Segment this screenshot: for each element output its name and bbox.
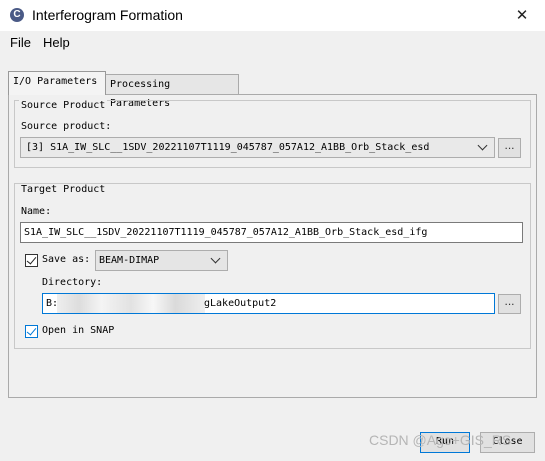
menu-file[interactable]: File xyxy=(10,35,31,50)
chevron-down-icon xyxy=(477,140,488,151)
save-format-value: BEAM-DIMAP xyxy=(99,255,160,266)
open-in-snap-label: Open in SNAP xyxy=(42,325,115,336)
save-as-checkbox[interactable] xyxy=(25,254,38,267)
tab-io-parameters[interactable]: I/O Parameters xyxy=(8,71,106,95)
target-name-value: S1A_IW_SLC__1SDV_20221107T1119_045787_05… xyxy=(24,227,428,238)
save-format-select[interactable]: BEAM-DIMAP xyxy=(95,250,228,271)
source-browse-button[interactable]: ... xyxy=(498,138,521,158)
directory-value-suffix: gLakeOutput2 xyxy=(204,298,277,309)
directory-label: Directory: xyxy=(42,277,103,288)
redacted-path-segment xyxy=(57,294,205,313)
menu-help[interactable]: Help xyxy=(43,35,70,50)
source-product-value: [3] S1A_IW_SLC__1SDV_20221107T1119_04578… xyxy=(26,142,430,153)
source-product-select[interactable]: [3] S1A_IW_SLC__1SDV_20221107T1119_04578… xyxy=(20,137,495,158)
name-label: Name: xyxy=(21,206,52,217)
chevron-down-icon xyxy=(210,253,221,264)
app-icon: C xyxy=(10,8,24,22)
title-bar: C Interferogram Formation ✕ xyxy=(0,0,545,31)
menu-bar: File Help xyxy=(0,31,545,54)
target-product-group-title: Target Product xyxy=(19,184,108,195)
directory-browse-button[interactable]: ... xyxy=(498,294,521,314)
tab-processing-parameters[interactable]: Processing Parameters xyxy=(105,74,239,109)
window-close-button[interactable]: ✕ xyxy=(499,0,545,31)
open-in-snap-checkbox[interactable] xyxy=(25,325,38,338)
window-title: Interferogram Formation xyxy=(32,7,183,23)
dialog-window: C Interferogram Formation ✕ File Help I/… xyxy=(0,0,545,461)
target-name-input[interactable]: S1A_IW_SLC__1SDV_20221107T1119_045787_05… xyxy=(20,222,523,243)
directory-input[interactable]: B:\F gLakeOutput2 xyxy=(42,293,495,314)
source-product-group-title: Source Product xyxy=(19,100,108,111)
watermark-text: CSDN @Ago+GIS_RS xyxy=(369,432,512,448)
source-product-label: Source product: xyxy=(21,121,112,132)
save-as-label: Save as: xyxy=(42,254,91,265)
